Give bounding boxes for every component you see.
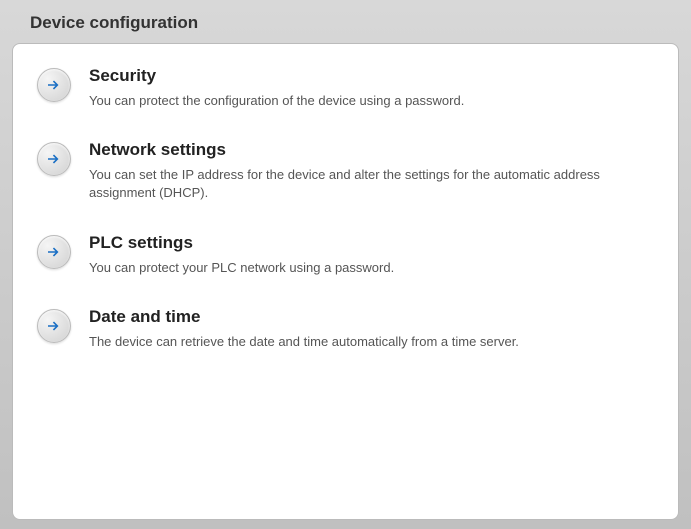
config-item-text: Date and time The device can retrieve th… xyxy=(89,307,654,351)
config-item-title: Network settings xyxy=(89,140,654,160)
config-item-network-settings[interactable]: Network settings You can set the IP addr… xyxy=(37,140,654,202)
device-config-container: Device configuration Security You can pr… xyxy=(0,0,691,529)
config-item-date-and-time[interactable]: Date and time The device can retrieve th… xyxy=(37,307,654,351)
config-item-description: You can set the IP address for the devic… xyxy=(89,166,654,202)
config-item-text: Network settings You can set the IP addr… xyxy=(89,140,654,202)
config-item-security[interactable]: Security You can protect the configurati… xyxy=(37,66,654,110)
config-item-description: You can protect your PLC network using a… xyxy=(89,259,654,277)
config-item-plc-settings[interactable]: PLC settings You can protect your PLC ne… xyxy=(37,233,654,277)
config-panel: Security You can protect the configurati… xyxy=(12,43,679,520)
config-item-title: Date and time xyxy=(89,307,654,327)
arrow-right-icon xyxy=(37,235,71,269)
config-item-text: Security You can protect the configurati… xyxy=(89,66,654,110)
arrow-right-icon xyxy=(37,309,71,343)
config-item-description: The device can retrieve the date and tim… xyxy=(89,333,654,351)
arrow-right-icon xyxy=(37,68,71,102)
config-item-text: PLC settings You can protect your PLC ne… xyxy=(89,233,654,277)
page-title: Device configuration xyxy=(0,0,691,43)
config-item-title: PLC settings xyxy=(89,233,654,253)
arrow-right-icon xyxy=(37,142,71,176)
config-item-description: You can protect the configuration of the… xyxy=(89,92,654,110)
config-item-title: Security xyxy=(89,66,654,86)
